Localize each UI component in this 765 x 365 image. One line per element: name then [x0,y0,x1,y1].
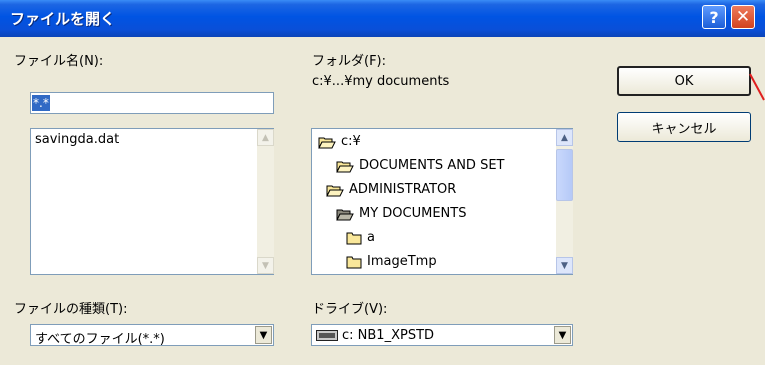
filetype-label: ファイルの種類(T): [14,302,128,317]
file-list[interactable]: savingda.dat ▲ ▼ [30,128,274,275]
filename-value: *.* [32,95,50,111]
tree-item-label: DOCUMENTS AND SET [359,158,505,173]
folder-tree-scrollbar[interactable]: ▲ ▼ [556,129,573,274]
drive-icon [316,330,338,345]
drive-label: ドライブ(V): [312,302,388,317]
annotation-arrow [749,73,765,101]
close-icon: ✕ [735,7,751,27]
filename-input[interactable]: *.* [30,92,274,114]
tree-item-label: a [367,230,375,245]
filename-label: ファイル名(N): [14,54,104,69]
ok-button[interactable]: OK [617,66,751,96]
open-folder-icon [336,161,354,172]
help-icon: ? [709,7,719,27]
tree-item-label: ImageTmp [367,254,437,269]
scroll-down-button[interactable]: ▼ [257,257,274,274]
drive-value: c: NB1_XPSTD [342,328,435,343]
folder-tree[interactable]: c:¥ DOCUMENTS AND SET ADMINISTRATOR MY D… [311,128,573,275]
filetype-dropdown[interactable]: すべてのファイル(*.*) ▼ [30,324,274,347]
folder-icon [346,256,362,268]
folder-path: c:¥...¥my documents [312,74,450,89]
filetype-value: すべてのファイル(*.*) [35,332,165,347]
file-item[interactable]: savingda.dat [35,132,119,147]
folder-label: フォルダ(F): [312,54,387,69]
close-button[interactable]: ✕ [731,5,755,29]
tree-item-label: ADMINISTRATOR [349,182,457,197]
cancel-button[interactable]: キャンセル [617,112,751,142]
tree-item[interactable]: c:¥ [318,134,361,149]
tree-item-label: c:¥ [341,134,361,149]
scroll-up-button[interactable]: ▲ [556,129,573,146]
open-file-dialog: ファイルを開く ? ✕ ファイル名(N): *.* savingda.dat ▲… [0,0,765,365]
help-button[interactable]: ? [702,5,726,29]
tree-item[interactable]: ADMINISTRATOR [326,182,456,197]
tree-item[interactable]: a [346,230,375,245]
folder-icon [346,232,362,244]
scroll-up-button[interactable]: ▲ [257,129,274,146]
tree-item-label: MY DOCUMENTS [359,206,467,221]
scroll-down-button[interactable]: ▼ [556,257,573,274]
title-bar[interactable]: ファイルを開く ? ✕ [0,0,765,37]
cancel-label: キャンセル [651,121,717,137]
tree-item[interactable]: ImageTmp [346,254,437,269]
tree-item[interactable]: DOCUMENTS AND SET [336,158,504,173]
ok-label: OK [674,73,694,89]
tree-item[interactable]: MY DOCUMENTS [336,206,466,221]
drive-dropdown[interactable]: c: NB1_XPSTD ▼ [311,324,573,346]
scroll-thumb[interactable] [556,149,573,201]
open-folder-icon [326,185,344,196]
open-folder-icon [318,137,336,148]
chevron-down-icon[interactable]: ▼ [255,326,272,344]
chevron-down-icon[interactable]: ▼ [554,326,571,344]
file-list-scrollbar[interactable]: ▲ ▼ [257,129,274,274]
dialog-title: ファイルを開く [10,10,116,28]
open-folder-dark-icon [336,209,354,220]
